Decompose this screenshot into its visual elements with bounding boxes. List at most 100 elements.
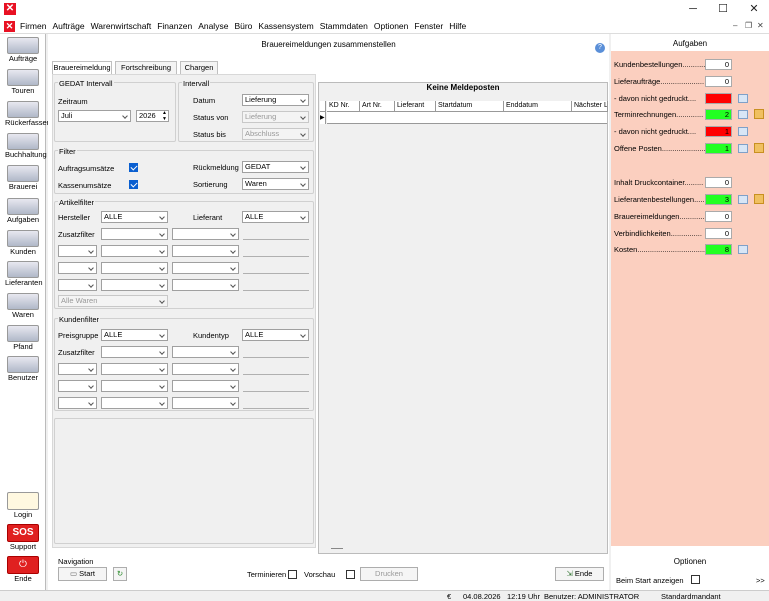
menu-item[interactable]: Hilfe bbox=[449, 19, 466, 34]
grid-row[interactable] bbox=[327, 112, 607, 124]
aufgaben-item-label[interactable]: Offene Posten..................... bbox=[614, 144, 706, 153]
zusatzfilter-field-select[interactable] bbox=[101, 346, 168, 358]
zusatzfilter-field-select[interactable] bbox=[101, 279, 168, 291]
menu-item[interactable]: Büro bbox=[234, 19, 252, 34]
beim-start-checkbox[interactable] bbox=[691, 575, 700, 584]
tab-chargen[interactable]: Chargen bbox=[180, 61, 218, 74]
menu-item[interactable]: Aufträge bbox=[52, 19, 84, 34]
sidebar-item-tasks[interactable]: Aufgaben bbox=[5, 198, 41, 224]
sidebar-item-ende[interactable]: ⏻ Ende bbox=[5, 556, 41, 583]
status-bis-select[interactable]: Abschluss bbox=[242, 128, 309, 140]
zusatzfilter-field-select[interactable] bbox=[101, 363, 168, 375]
zusatzfilter-compare-select[interactable] bbox=[172, 397, 239, 409]
preisgruppe-select[interactable]: ALLE bbox=[101, 329, 168, 341]
zusatzfilter-field-select[interactable] bbox=[101, 397, 168, 409]
sidebar-item-user[interactable]: Benutzer bbox=[5, 356, 41, 382]
operator-select[interactable] bbox=[58, 262, 97, 274]
ende-button[interactable]: ⇲ Ende bbox=[555, 567, 604, 581]
zusatzfilter-compare-select[interactable] bbox=[172, 363, 239, 375]
zusatzfilter-compare-select[interactable] bbox=[172, 279, 239, 291]
zusatzfilter-value-field[interactable] bbox=[243, 279, 309, 291]
print-icon[interactable] bbox=[754, 109, 764, 119]
grid-column-header[interactable]: Art Nr. bbox=[360, 101, 395, 112]
zusatzfilter-value-field[interactable] bbox=[243, 262, 309, 274]
list-icon[interactable] bbox=[738, 195, 748, 204]
zusatzfilter-field-select[interactable] bbox=[101, 262, 168, 274]
sidebar-item-support[interactable]: SOS Support bbox=[5, 524, 41, 551]
sidebar-item-suppliers[interactable]: Lieferanten bbox=[5, 261, 43, 287]
aufgaben-item-label[interactable]: - davon nicht gedruckt.... bbox=[614, 94, 696, 103]
alle-waren-select[interactable]: Alle Waren bbox=[58, 295, 168, 307]
sidebar-item-goods[interactable]: Waren bbox=[5, 293, 41, 319]
aufgaben-item-label[interactable]: Kosten................................. bbox=[614, 245, 706, 254]
aufgaben-item-label[interactable]: Brauereimeldungen............ bbox=[614, 212, 704, 221]
sortierung-select[interactable]: Waren bbox=[242, 178, 309, 190]
kundentyp-select[interactable]: ALLE bbox=[242, 329, 309, 341]
menu-item[interactable]: Firmen bbox=[20, 19, 46, 34]
month-select[interactable]: Juli bbox=[58, 110, 131, 122]
sidebar-item-customers[interactable]: Kunden bbox=[5, 230, 41, 256]
sidebar-item-truck[interactable]: Touren bbox=[5, 69, 41, 95]
sidebar-item-login[interactable]: Login bbox=[5, 492, 41, 519]
menu-item[interactable]: Warenwirtschaft bbox=[91, 19, 152, 34]
maximize-button[interactable]: ☐ bbox=[708, 0, 738, 19]
vorschau-checkbox[interactable] bbox=[346, 570, 355, 579]
zusatzfilter-value-field[interactable] bbox=[243, 346, 309, 358]
aufgaben-item-label[interactable]: Verbindlichkeiten............... bbox=[614, 229, 702, 238]
operator-select[interactable] bbox=[58, 245, 97, 257]
sidebar-item-ledger[interactable]: Buchhaltung bbox=[5, 133, 47, 159]
start-button[interactable]: ▭ Start bbox=[58, 567, 107, 581]
zusatzfilter-field-select[interactable] bbox=[101, 245, 168, 257]
hersteller-select[interactable]: ALLE bbox=[101, 211, 168, 223]
zusatzfilter-compare-select[interactable] bbox=[172, 245, 239, 257]
zusatzfilter-field-select[interactable] bbox=[101, 228, 168, 240]
mdi-minimize-button[interactable]: – bbox=[733, 21, 737, 30]
print-icon[interactable] bbox=[754, 194, 764, 204]
list-icon[interactable] bbox=[738, 144, 748, 153]
lieferant-select[interactable]: ALLE bbox=[242, 211, 309, 223]
drucken-button[interactable]: Drucken bbox=[360, 567, 418, 581]
grid-column-header[interactable]: Startdatum bbox=[436, 101, 504, 112]
zusatzfilter-value-field[interactable] bbox=[243, 397, 309, 409]
list-icon[interactable] bbox=[738, 245, 748, 254]
zusatzfilter-compare-select[interactable] bbox=[172, 380, 239, 392]
zusatzfilter-value-field[interactable] bbox=[243, 380, 309, 392]
mdi-close-button[interactable]: ✕ bbox=[757, 21, 764, 30]
sidebar-item-deposit[interactable]: Pfand bbox=[5, 325, 41, 351]
menu-item[interactable]: Finanzen bbox=[157, 19, 192, 34]
menu-item[interactable]: Kassensystem bbox=[258, 19, 313, 34]
rueckmeldung-select[interactable]: GEDAT bbox=[242, 161, 309, 173]
operator-select[interactable] bbox=[58, 397, 97, 409]
scroll-grip[interactable] bbox=[331, 548, 343, 549]
operator-select[interactable] bbox=[58, 279, 97, 291]
auftragsumsaetze-checkbox[interactable] bbox=[129, 163, 138, 172]
operator-select[interactable] bbox=[58, 380, 97, 392]
zusatzfilter-compare-select[interactable] bbox=[172, 228, 239, 240]
sidebar-item-brewery[interactable]: Brauerei bbox=[5, 165, 41, 191]
kassenumsaetze-checkbox[interactable] bbox=[129, 180, 138, 189]
tab-fortschreibung[interactable]: Fortschreibung bbox=[115, 61, 177, 74]
datum-select[interactable]: Lieferung bbox=[242, 94, 309, 106]
sidebar-item-return[interactable]: Rückerfassen bbox=[5, 101, 51, 127]
zusatzfilter-compare-select[interactable] bbox=[172, 262, 239, 274]
aufgaben-item-label[interactable]: - davon nicht gedruckt.... bbox=[614, 127, 696, 136]
year-spinner[interactable]: 2026 ▲ ▼ bbox=[136, 110, 169, 122]
grid-column-header[interactable]: Enddatum bbox=[504, 101, 572, 112]
status-von-select[interactable]: Lieferung bbox=[242, 111, 309, 123]
print-icon[interactable] bbox=[754, 143, 764, 153]
menu-item[interactable]: Stammdaten bbox=[320, 19, 368, 34]
aufgaben-item-label[interactable]: Lieferaufträge..................... bbox=[614, 77, 704, 86]
terminieren-checkbox[interactable] bbox=[288, 570, 297, 579]
grid-column-header[interactable]: KD Nr. bbox=[327, 101, 360, 112]
zusatzfilter-value-field[interactable] bbox=[243, 363, 309, 375]
menu-item[interactable]: Fenster bbox=[414, 19, 443, 34]
grid-column-header[interactable]: Lieferant bbox=[395, 101, 436, 112]
grid-column-header[interactable]: Nächster L bbox=[572, 101, 608, 112]
zusatzfilter-field-select[interactable] bbox=[101, 380, 168, 392]
spinner-arrows-icon[interactable]: ▲ ▼ bbox=[162, 110, 167, 122]
list-icon[interactable] bbox=[738, 127, 748, 136]
zusatzfilter-value-field[interactable] bbox=[243, 245, 309, 257]
sidebar-item-orders[interactable]: Aufträge bbox=[5, 37, 41, 63]
aufgaben-item-label[interactable]: Terminrechnungen............. bbox=[614, 110, 703, 119]
more-button[interactable]: >> bbox=[756, 576, 765, 585]
